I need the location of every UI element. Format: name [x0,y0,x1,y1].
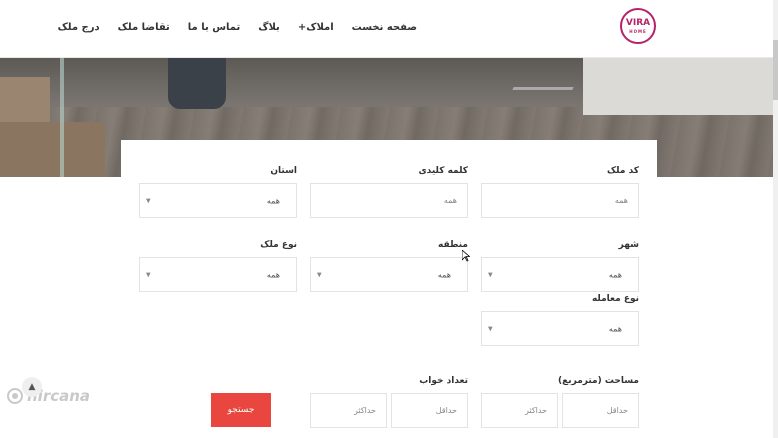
property-type-label: نوع ملک [260,240,297,250]
area-min-input[interactable] [562,393,639,428]
area-label: مساحت (مترمربع) [557,376,639,386]
region-label: منطقه [438,240,468,250]
nav-add-property[interactable]: درج ملک [58,22,100,33]
search-button[interactable]: جستجو [211,393,271,427]
province-value: همه [266,196,280,205]
watermark: hircana [6,387,90,405]
bedrooms-min-input[interactable] [391,393,468,428]
property-code-label: کد ملک [606,166,639,176]
scrollbar-thumb[interactable] [773,40,778,100]
chevron-down-icon: ▼ [146,271,151,278]
bedrooms-max-field[interactable] [311,394,386,427]
deal-type-value: همه [608,324,622,333]
keyword-field[interactable] [311,184,467,217]
watermark-icon [7,388,23,404]
area-max-input[interactable] [481,393,558,428]
property-type-value: همه [266,270,280,279]
deal-type-select[interactable]: همه ▼ [481,311,639,346]
area-max-field[interactable] [482,394,557,427]
city-label: شهر [618,240,639,250]
deal-type-label: نوع معامله [591,294,639,304]
logo-subtext: HOME [629,28,647,34]
province-label: استان [270,166,297,176]
property-code-input[interactable] [481,183,639,218]
keyword-input[interactable] [310,183,468,218]
city-select[interactable]: همه ▼ [481,257,639,292]
property-code-field[interactable] [482,184,638,217]
region-value: همه [437,270,451,279]
chevron-down-icon: ▼ [317,271,322,278]
nav-property-request[interactable]: تقاضا ملک [118,22,170,33]
site-header: VIRA HOME صفحه نخست +املاک بلاگ تماس با … [0,0,778,58]
chevron-down-icon: ▼ [146,197,151,204]
nav-contact[interactable]: تماس با ما [188,22,240,33]
page-scrollbar[interactable] [773,0,778,438]
nav-properties[interactable]: +املاک [298,22,334,33]
chevron-down-icon: ▼ [488,325,493,332]
region-select[interactable]: همه ▼ [310,257,468,292]
city-value: همه [608,270,622,279]
chevron-down-icon: ▼ [488,271,493,278]
bedrooms-label: تعداد خواب [419,376,468,386]
bedrooms-max-input[interactable] [310,393,387,428]
logo-text: VIRA [625,17,651,28]
site-logo[interactable]: VIRA HOME [620,8,656,44]
keyword-label: کلمه کلیدی [418,166,468,176]
chevron-up-icon: ▲ [28,382,36,392]
area-min-field[interactable] [563,394,638,427]
bedrooms-min-field[interactable] [392,394,467,427]
province-select[interactable]: همه ▼ [139,183,297,218]
nav-home[interactable]: صفحه نخست [352,22,417,33]
mouse-cursor-icon [462,250,470,262]
nav-blog[interactable]: بلاگ [258,22,280,33]
main-nav: صفحه نخست +املاک بلاگ تماس با ما تقاضا م… [58,22,417,33]
scroll-to-top-button[interactable]: ▲ [22,377,42,397]
property-type-select[interactable]: همه ▼ [139,257,297,292]
